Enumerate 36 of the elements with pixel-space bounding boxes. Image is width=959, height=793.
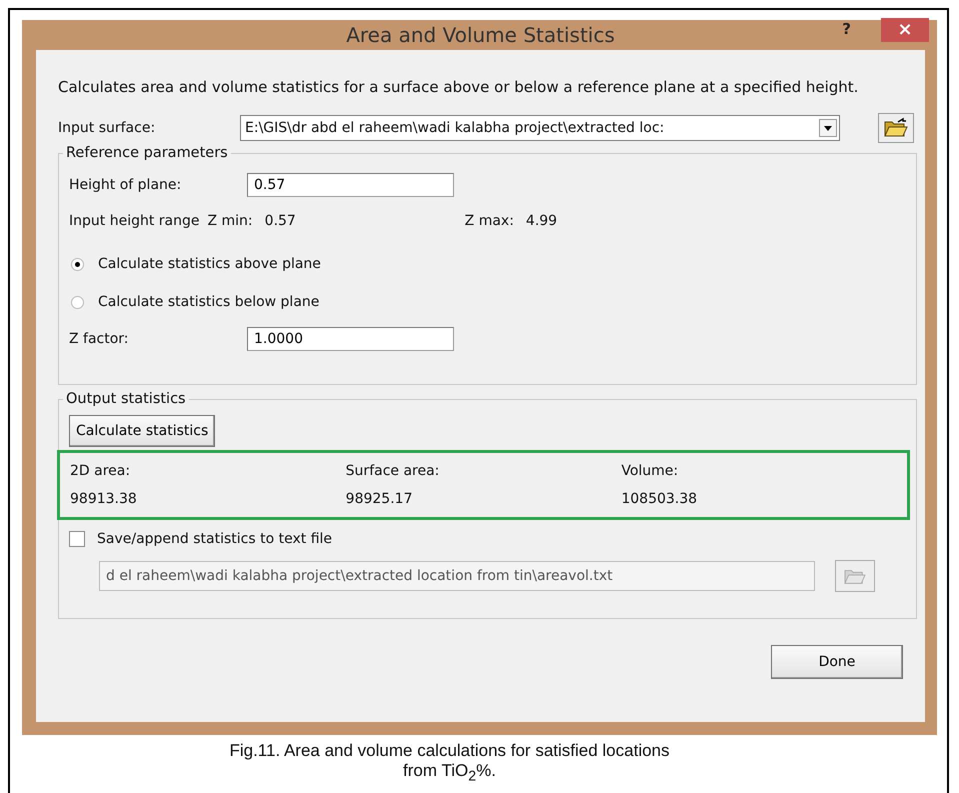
range-label: Z max:: [464, 213, 514, 229]
checkbox[interactable]: [69, 531, 85, 547]
window-title: Area and Volume Statistics: [346, 23, 615, 47]
stat-value: 98913.38: [70, 491, 138, 507]
height-input[interactable]: 0.57: [247, 173, 454, 197]
stat-label: Surface area:: [346, 463, 440, 479]
browse-button[interactable]: [878, 113, 914, 143]
stat-value: 108503.38: [621, 491, 698, 507]
stat-label: Volume:: [621, 463, 680, 479]
stat-label: 2D area:: [70, 463, 132, 479]
range-label: Input height range: [69, 213, 200, 229]
stat-value: 98925.17: [346, 491, 414, 507]
group-title: Output statistics: [65, 391, 187, 407]
figure-caption: from TiO$_{2}$%.: [403, 761, 496, 786]
range-value: 4.99: [526, 213, 558, 229]
figure-caption: Fig.11. Area and volume calculations for satisfied locations: [229, 741, 670, 761]
close-button[interactable]: ×: [881, 18, 929, 42]
z-factor-input[interactable]: 1.0000: [247, 327, 454, 351]
calculate-button[interactable]: Calculate statistics: [69, 415, 216, 447]
input-surface-dropdown[interactable]: E:\GIS\dr abd el raheem\wadi kalabha project\extracted loc:: [240, 115, 840, 141]
folder-icon: [883, 117, 909, 139]
help-button[interactable]: ?: [842, 20, 851, 38]
radio-button[interactable]: [71, 296, 84, 308]
done-button[interactable]: Done: [771, 645, 903, 679]
field-label: Z factor:: [69, 331, 130, 347]
radio-label[interactable]: Calculate statistics above plane: [98, 256, 321, 272]
field-label: Input surface:: [58, 120, 156, 136]
caret-icon: [819, 119, 837, 137]
group-title: Reference parameters: [65, 145, 229, 161]
field-label: Height of plane:: [69, 177, 182, 193]
radio-label[interactable]: Calculate statistics below plane: [98, 294, 320, 310]
checkbox-label[interactable]: Save/append statistics to text file: [97, 531, 332, 547]
range-label: Z min:: [207, 213, 253, 229]
description-text: Calculates area and volume statistics for a surface above or below a reference plane at a specified height.: [58, 78, 860, 96]
range-value: 0.57: [264, 213, 297, 229]
radio-button[interactable]: [71, 258, 84, 270]
